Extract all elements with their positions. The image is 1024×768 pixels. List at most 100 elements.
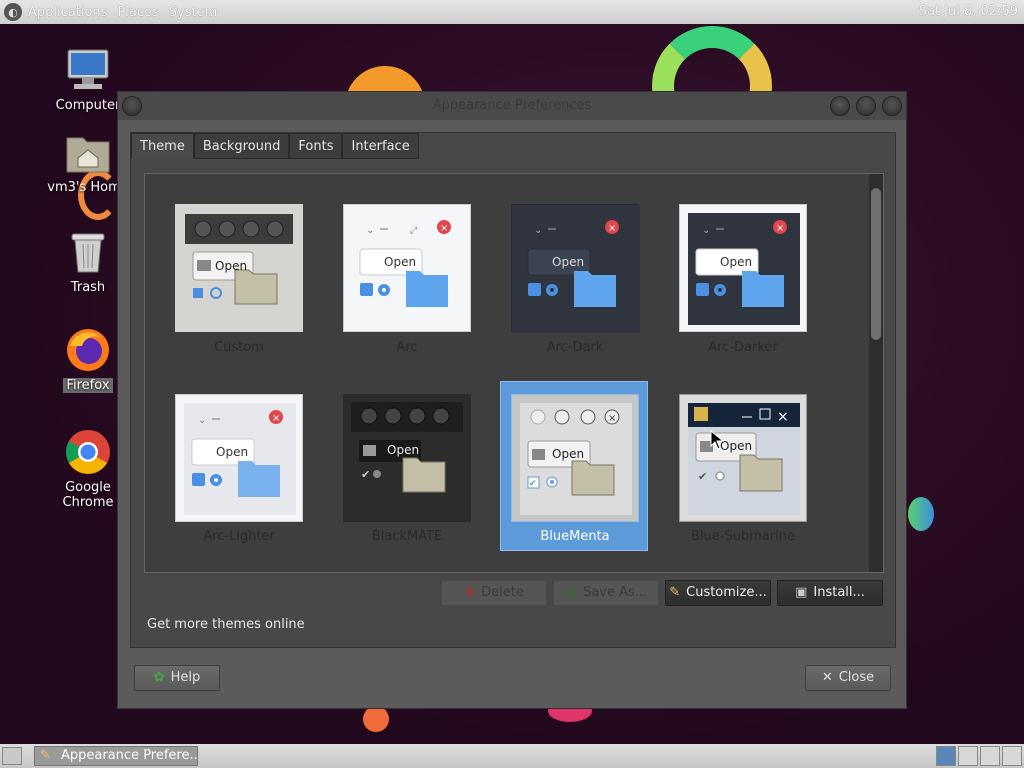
- minimize-button[interactable]: [830, 96, 850, 116]
- theme-label-blue-submarine: Blue-Submarine: [690, 529, 796, 544]
- computer-icon: [64, 46, 112, 94]
- svg-text:×: ×: [440, 223, 448, 234]
- help-button[interactable]: ✿ Help: [134, 665, 220, 691]
- home-folder-icon: [64, 128, 112, 176]
- svg-text:×: ×: [272, 413, 280, 424]
- close-label: Close: [838, 670, 875, 685]
- window-menu-button[interactable]: [122, 96, 142, 116]
- theme-list[interactable]: Open Custom ⌄ ⤢ × Open Arc ⌄ × Open Arc-Dar…: [144, 173, 884, 573]
- preview-open-label: Open: [387, 443, 420, 457]
- tab-interface[interactable]: Interface: [342, 133, 419, 159]
- notebook: Theme Background Fonts Interface Open Cu…: [130, 132, 896, 648]
- theme-preview: ✔: [351, 402, 463, 493]
- svg-text:⤢: ⤢: [409, 226, 417, 236]
- theme-thumb-blue-submarine[interactable]: × ✔ Open: [679, 394, 807, 522]
- tab-bar: Theme Background Fonts Interface: [131, 133, 419, 159]
- preview-open-label: Open: [552, 255, 585, 269]
- clock[interactable]: Sat Jul 8, 02:59: [919, 4, 1018, 19]
- theme-list-scrollbar[interactable]: [869, 174, 883, 572]
- taskbar-item-label: Appearance Prefere...: [61, 748, 198, 763]
- theme-preview: ⌄ ×: [688, 213, 800, 325]
- get-more-themes-link[interactable]: Get more themes online: [147, 617, 305, 632]
- theme-label-custom: Custom: [214, 340, 264, 355]
- theme-label-arc-darker: Arc-Darker: [708, 340, 778, 355]
- preview-open-label: Open: [720, 255, 753, 269]
- install-button[interactable]: ▣ Install...: [777, 580, 883, 606]
- preview-open-label: Open: [384, 255, 417, 269]
- window-close-button[interactable]: [882, 96, 902, 116]
- save-as-label: Save As...: [583, 585, 648, 600]
- taskbar-item-appearance[interactable]: ✎ Appearance Prefere...: [34, 746, 198, 766]
- theme-thumb-arc[interactable]: ⌄ ⤢ × Open: [343, 204, 471, 332]
- theme-thumb-arc-dark[interactable]: ⌄ × Open: [511, 204, 640, 333]
- preview-open-label: Open: [215, 259, 248, 273]
- wallpaper-shape: [363, 706, 389, 732]
- svg-text:✔: ✔: [698, 470, 707, 483]
- theme-label-arc: Arc: [396, 340, 418, 355]
- workspace-4[interactable]: [1002, 746, 1022, 766]
- preview-open-label: Open: [720, 439, 753, 453]
- appearance-preferences-window: Appearance Preferences Theme Background …: [117, 91, 907, 709]
- tab-background[interactable]: Background: [193, 133, 290, 159]
- install-label: Install...: [813, 585, 865, 600]
- maximize-button[interactable]: [856, 96, 876, 116]
- svg-text:⌄: ⌄: [198, 415, 206, 426]
- help-label: Help: [170, 670, 201, 685]
- theme-label-arc-dark: Arc-Dark: [546, 340, 604, 355]
- theme-preview: ×✔: [688, 403, 800, 515]
- svg-text:✔: ✔: [361, 468, 370, 481]
- delete-button[interactable]: ⊗ Delete: [441, 580, 547, 606]
- workspace-2[interactable]: [958, 746, 978, 766]
- svg-text:✔: ✔: [529, 479, 537, 489]
- theme-preview: ⌄ ×: [184, 403, 296, 515]
- trash-icon: [64, 228, 112, 276]
- customize-button[interactable]: ✎ Customize...: [665, 580, 771, 606]
- tab-fonts[interactable]: Fonts: [289, 133, 343, 159]
- preview-open-label: Open: [552, 447, 585, 461]
- theme-preview: ⌄ ⤢ ×: [359, 220, 451, 307]
- chrome-icon: [64, 428, 112, 476]
- desktop-icon-label: Firefox: [63, 378, 113, 393]
- window-titlebar[interactable]: Appearance Preferences: [118, 92, 906, 120]
- theme-thumb-blackmate[interactable]: ✔ Open: [343, 394, 471, 522]
- bottom-panel: ✎ Appearance Prefere...: [0, 744, 1024, 768]
- svg-text:×: ×: [776, 223, 784, 234]
- save-icon: ▤: [564, 585, 578, 600]
- edit-icon: ✎: [669, 585, 681, 600]
- preview-open-label: Open: [216, 445, 249, 459]
- tab-theme[interactable]: Theme: [131, 133, 194, 159]
- svg-text:×: ×: [777, 409, 789, 425]
- workspace-3[interactable]: [980, 746, 1000, 766]
- wallpaper-shape: [908, 497, 934, 531]
- appearance-app-icon: ✎: [40, 748, 51, 763]
- customize-label: Customize...: [686, 585, 767, 600]
- svg-text:⌄: ⌄: [366, 225, 374, 236]
- menu-applications[interactable]: Applications: [28, 5, 107, 20]
- svg-text:⌄: ⌄: [534, 225, 542, 236]
- window-title: Appearance Preferences: [432, 98, 592, 113]
- theme-thumb-arc-darker[interactable]: ⌄ × Open: [679, 204, 807, 332]
- delete-label: Delete: [481, 585, 524, 600]
- delete-icon: ⊗: [464, 585, 476, 600]
- scrollbar-thumb[interactable]: [871, 188, 881, 340]
- show-desktop-icon[interactable]: [2, 747, 22, 765]
- svg-text:⌄: ⌄: [702, 225, 710, 236]
- firefox-icon: [64, 326, 112, 374]
- menu-places[interactable]: Places: [117, 5, 158, 20]
- workspace-1[interactable]: [936, 746, 956, 766]
- help-icon: ✿: [153, 670, 165, 685]
- close-icon: ✕: [821, 670, 833, 685]
- svg-text:×: ×: [608, 223, 616, 234]
- menu-system[interactable]: System: [169, 5, 217, 20]
- theme-thumb-arc-lighter[interactable]: ⌄ × Open: [175, 394, 303, 522]
- theme-thumb-bluementa[interactable]: × ✔ Open: [511, 394, 639, 522]
- mate-logo-icon[interactable]: ◐: [4, 3, 22, 21]
- mouse-pointer-icon: [710, 430, 724, 450]
- top-panel: ◐ Applications Places System Sat Jul 8, …: [0, 0, 1024, 24]
- install-icon: ▣: [795, 585, 808, 600]
- close-button[interactable]: ✕ Close: [805, 665, 891, 691]
- save-as-button[interactable]: ▤ Save As...: [553, 580, 659, 606]
- theme-preview: ⌄ ×: [512, 205, 640, 333]
- theme-thumb-custom[interactable]: Open: [175, 204, 303, 332]
- svg-text:×: ×: [608, 413, 616, 424]
